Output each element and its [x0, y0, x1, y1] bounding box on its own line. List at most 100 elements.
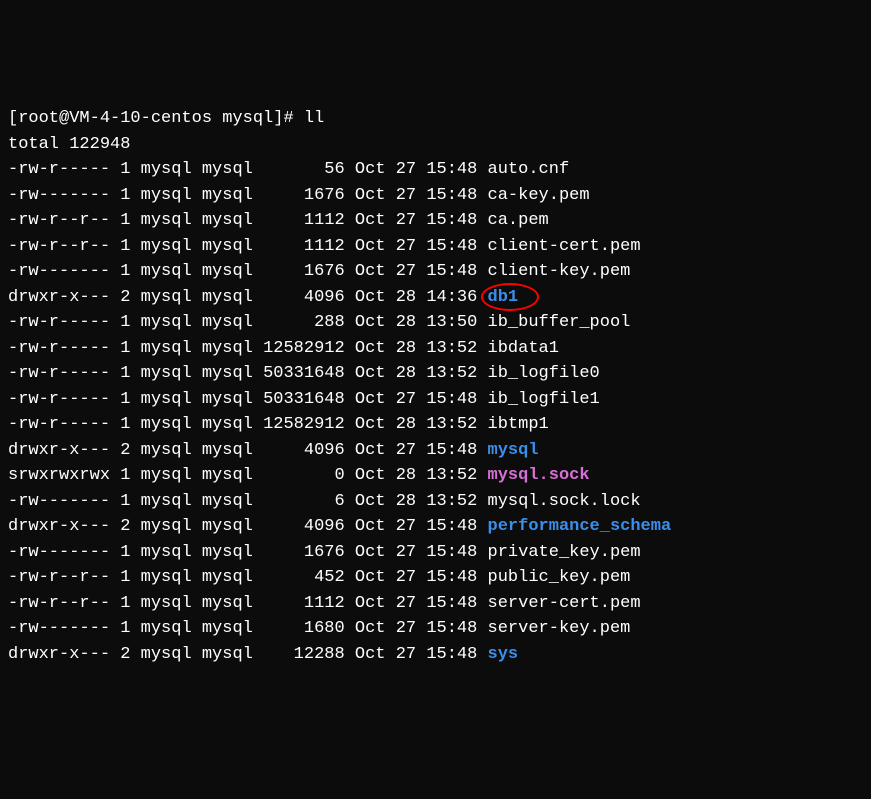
filename: server-key.pem	[488, 619, 631, 638]
filename: private_key.pem	[488, 543, 641, 562]
permissions: -rw-r--r--	[8, 594, 110, 613]
filename: sys	[488, 645, 519, 664]
filename: db1	[488, 288, 519, 307]
owner: mysql	[141, 262, 192, 281]
date: Oct 27 15:48	[355, 237, 477, 256]
size: 1676	[263, 186, 345, 205]
link-count: 1	[120, 568, 130, 587]
link-count: 1	[120, 415, 130, 434]
permissions: -rw-r-----	[8, 364, 110, 383]
link-count: 1	[120, 160, 130, 179]
group: mysql	[202, 160, 253, 179]
file-row: -rw-r----- 1 mysql mysql 50331648 Oct 27…	[8, 387, 863, 413]
file-row: -rw------- 1 mysql mysql 1676 Oct 27 15:…	[8, 183, 863, 209]
size: 4096	[263, 441, 345, 460]
filename: ib_logfile0	[488, 364, 600, 383]
file-row: -rw-r----- 1 mysql mysql 12582912 Oct 28…	[8, 412, 863, 438]
owner: mysql	[141, 186, 192, 205]
group: mysql	[202, 211, 253, 230]
date: Oct 27 15:48	[355, 543, 477, 562]
file-row: drwxr-x--- 2 mysql mysql 4096 Oct 27 15:…	[8, 514, 863, 540]
link-count: 1	[120, 594, 130, 613]
group: mysql	[202, 543, 253, 562]
link-count: 2	[120, 441, 130, 460]
filename: ib_buffer_pool	[488, 313, 631, 332]
terminal-output: [root@VM-4-10-centos mysql]# lltotal 122…	[8, 106, 863, 667]
file-row: -rw-r----- 1 mysql mysql 12582912 Oct 28…	[8, 336, 863, 362]
permissions: drwxr-x---	[8, 645, 110, 664]
date: Oct 28 13:50	[355, 313, 477, 332]
permissions: -rw-r--r--	[8, 237, 110, 256]
filename: mysql.sock	[488, 466, 590, 485]
filename: mysql.sock.lock	[488, 492, 641, 511]
owner: mysql	[141, 568, 192, 587]
group: mysql	[202, 313, 253, 332]
date: Oct 28 13:52	[355, 466, 477, 485]
link-count: 1	[120, 211, 130, 230]
date: Oct 27 15:48	[355, 568, 477, 587]
size: 50331648	[263, 364, 345, 383]
link-count: 1	[120, 466, 130, 485]
size: 288	[263, 313, 345, 332]
group: mysql	[202, 415, 253, 434]
date: Oct 28 13:52	[355, 364, 477, 383]
file-row: -rw-r--r-- 1 mysql mysql 1112 Oct 27 15:…	[8, 591, 863, 617]
date: Oct 28 14:36	[355, 288, 477, 307]
link-count: 2	[120, 517, 130, 536]
date: Oct 27 15:48	[355, 441, 477, 460]
file-row: drwxr-x--- 2 mysql mysql 4096 Oct 28 14:…	[8, 285, 863, 311]
group: mysql	[202, 390, 253, 409]
permissions: -rw-------	[8, 186, 110, 205]
filename: client-key.pem	[488, 262, 631, 281]
date: Oct 27 15:48	[355, 186, 477, 205]
owner: mysql	[141, 466, 192, 485]
file-row: -rw-r--r-- 1 mysql mysql 1112 Oct 27 15:…	[8, 208, 863, 234]
group: mysql	[202, 568, 253, 587]
permissions: -rw-r-----	[8, 415, 110, 434]
link-count: 1	[120, 492, 130, 511]
link-count: 2	[120, 645, 130, 664]
filename: ib_logfile1	[488, 390, 600, 409]
filename: mysql	[488, 441, 539, 460]
permissions: -rw-r-----	[8, 390, 110, 409]
size: 1112	[263, 237, 345, 256]
date: Oct 27 15:48	[355, 160, 477, 179]
size: 12582912	[263, 339, 345, 358]
link-count: 1	[120, 339, 130, 358]
link-count: 1	[120, 313, 130, 332]
total-line: total 122948	[8, 132, 863, 158]
date: Oct 28 13:52	[355, 415, 477, 434]
group: mysql	[202, 262, 253, 281]
file-row: -rw-r--r-- 1 mysql mysql 1112 Oct 27 15:…	[8, 234, 863, 260]
link-count: 1	[120, 364, 130, 383]
size: 56	[263, 160, 345, 179]
group: mysql	[202, 466, 253, 485]
date: Oct 27 15:48	[355, 390, 477, 409]
owner: mysql	[141, 594, 192, 613]
file-row: -rw-r----- 1 mysql mysql 288 Oct 28 13:5…	[8, 310, 863, 336]
file-row: -rw------- 1 mysql mysql 6 Oct 28 13:52 …	[8, 489, 863, 515]
link-count: 2	[120, 288, 130, 307]
date: Oct 28 13:52	[355, 492, 477, 511]
highlighted-file: db1	[488, 285, 519, 311]
link-count: 1	[120, 262, 130, 281]
permissions: -rw-r-----	[8, 160, 110, 179]
group: mysql	[202, 594, 253, 613]
permissions: -rw-------	[8, 262, 110, 281]
date: Oct 27 15:48	[355, 645, 477, 664]
group: mysql	[202, 237, 253, 256]
file-row: srwxrwxrwx 1 mysql mysql 0 Oct 28 13:52 …	[8, 463, 863, 489]
filename: server-cert.pem	[488, 594, 641, 613]
size: 1680	[263, 619, 345, 638]
filename: ca-key.pem	[488, 186, 590, 205]
permissions: srwxrwxrwx	[8, 466, 110, 485]
size: 1676	[263, 543, 345, 562]
permissions: -rw-------	[8, 543, 110, 562]
date: Oct 27 15:48	[355, 517, 477, 536]
date: Oct 27 15:48	[355, 619, 477, 638]
date: Oct 27 15:48	[355, 211, 477, 230]
group: mysql	[202, 517, 253, 536]
filename: ca.pem	[488, 211, 549, 230]
link-count: 1	[120, 619, 130, 638]
owner: mysql	[141, 237, 192, 256]
